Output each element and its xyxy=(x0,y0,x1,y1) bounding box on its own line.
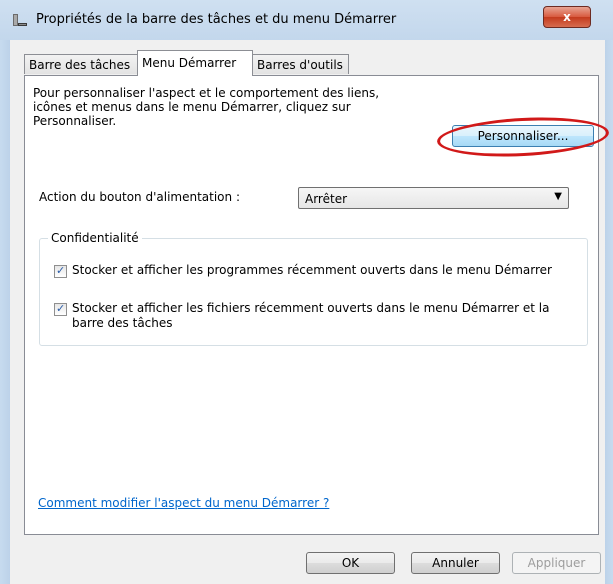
cancel-button-label: Annuler xyxy=(432,556,479,570)
tab-strip: Barre des tâches Menu Démarrer Barres d'… xyxy=(24,50,604,76)
tab-start-menu[interactable]: Menu Démarrer xyxy=(137,50,253,76)
recent-files-label[interactable]: Stocker et afficher les fichiers récemme… xyxy=(72,301,577,331)
close-icon: x xyxy=(563,10,571,24)
window-frame-right xyxy=(605,40,613,584)
ok-button-label: OK xyxy=(341,556,360,570)
ok-button[interactable]: OK xyxy=(306,552,395,574)
apply-button-label: Appliquer xyxy=(527,556,586,570)
close-button[interactable]: x xyxy=(543,6,591,28)
title-bar[interactable]: Propriétés de la barre des tâches et du … xyxy=(0,0,613,40)
dialog-client-area: Barre des tâches Menu Démarrer Barres d'… xyxy=(10,40,610,584)
cancel-button[interactable]: Annuler xyxy=(411,552,500,574)
recent-programs-checkbox[interactable]: ✓ xyxy=(54,264,67,278)
tab-toolbars[interactable]: Barres d'outils xyxy=(252,54,349,74)
start-menu-panel: Pour personnaliser l'aspect et le compor… xyxy=(24,75,610,535)
privacy-legend: Confidentialité xyxy=(48,231,142,245)
customize-button-label: Personnaliser... xyxy=(477,129,569,143)
power-button-action-value: Arrêter xyxy=(305,192,348,206)
privacy-group: Confidentialité ✓ Stocker et afficher le… xyxy=(39,231,588,346)
checkmark-icon: ✓ xyxy=(56,264,66,277)
start-menu-help-link[interactable]: Comment modifier l'aspect du menu Démarr… xyxy=(38,496,329,510)
checkmark-icon: ✓ xyxy=(56,302,66,315)
recent-programs-label[interactable]: Stocker et afficher les programmes récem… xyxy=(72,263,582,278)
window-frame-left xyxy=(0,40,10,584)
taskbar-properties-icon xyxy=(12,12,28,28)
recent-files-checkbox[interactable]: ✓ xyxy=(54,302,67,316)
apply-button[interactable]: Appliquer xyxy=(512,552,601,574)
power-button-action-select[interactable]: Arrêter ▼ xyxy=(298,187,569,209)
power-button-action-label: Action du bouton d'alimentation : xyxy=(39,190,240,204)
window-title: Propriétés de la barre des tâches et du … xyxy=(36,12,397,27)
customize-button[interactable]: Personnaliser... xyxy=(452,125,594,147)
intro-text: Pour personnaliser l'aspect et le compor… xyxy=(33,86,380,128)
chevron-down-icon: ▼ xyxy=(554,191,562,202)
tab-taskbar[interactable]: Barre des tâches xyxy=(24,54,138,74)
